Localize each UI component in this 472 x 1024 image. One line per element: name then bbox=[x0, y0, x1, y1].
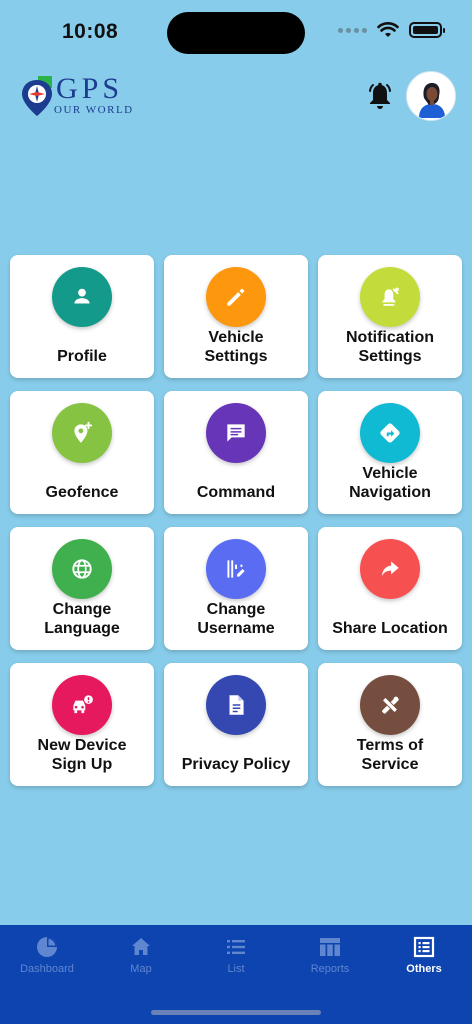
directions-icon bbox=[360, 403, 420, 463]
app-logo: GPS OUR WORLD bbox=[20, 74, 134, 118]
card-label: Vehicle Navigation bbox=[349, 465, 431, 501]
tools-icon bbox=[360, 675, 420, 735]
vehicle-settings-card[interactable]: Vehicle Settings bbox=[164, 255, 308, 378]
status-bar: 10:08 bbox=[0, 0, 472, 64]
battery-icon bbox=[409, 22, 445, 38]
logo-title: GPS bbox=[56, 72, 124, 105]
pencil-icon bbox=[206, 267, 266, 327]
nav-label: Map bbox=[130, 963, 152, 975]
menu-grid: Profile Vehicle Settings Notification Se… bbox=[10, 255, 462, 786]
table-icon bbox=[320, 938, 340, 956]
terms-of-service-card[interactable]: Terms of Service bbox=[318, 663, 462, 786]
edit-text-icon bbox=[206, 539, 266, 599]
bell-settings-icon bbox=[360, 267, 420, 327]
vehicle-navigation-card[interactable]: Vehicle Navigation bbox=[318, 391, 462, 514]
card-label: Privacy Policy bbox=[181, 756, 291, 773]
map-pin-logo-icon bbox=[22, 76, 52, 116]
wifi-icon bbox=[377, 22, 399, 37]
card-label: Change Language bbox=[44, 601, 120, 637]
nav-others[interactable]: Others bbox=[377, 935, 471, 975]
card-label: Share Location bbox=[332, 620, 448, 637]
nav-dashboard[interactable]: Dashboard bbox=[0, 935, 94, 975]
user-avatar[interactable] bbox=[406, 71, 456, 121]
globe-icon bbox=[52, 539, 112, 599]
list-icon bbox=[227, 940, 245, 954]
status-icons bbox=[338, 22, 445, 38]
menu-grid-icon bbox=[413, 936, 435, 958]
card-label: Terms of Service bbox=[356, 737, 424, 773]
card-label: Change Username bbox=[197, 601, 275, 637]
card-label: Notification Settings bbox=[346, 329, 434, 365]
new-device-signup-card[interactable]: New Device Sign Up bbox=[10, 663, 154, 786]
location-add-icon bbox=[52, 403, 112, 463]
geofence-card[interactable]: Geofence bbox=[10, 391, 154, 514]
card-label: Vehicle Settings bbox=[204, 329, 268, 365]
notification-settings-card[interactable]: Notification Settings bbox=[318, 255, 462, 378]
home-icon bbox=[132, 938, 150, 955]
card-label: Command bbox=[196, 484, 276, 501]
card-label: Geofence bbox=[45, 484, 119, 501]
document-icon bbox=[206, 675, 266, 735]
command-card[interactable]: Command bbox=[164, 391, 308, 514]
message-icon bbox=[206, 403, 266, 463]
change-language-card[interactable]: Change Language bbox=[10, 527, 154, 650]
nav-label: Dashboard bbox=[20, 963, 74, 975]
share-arrow-icon bbox=[360, 539, 420, 599]
nav-list[interactable]: List bbox=[189, 935, 283, 975]
nav-reports[interactable]: Reports bbox=[283, 935, 377, 975]
status-time: 10:08 bbox=[62, 20, 119, 43]
pie-chart-icon bbox=[37, 937, 57, 957]
car-alert-icon bbox=[52, 675, 112, 735]
dynamic-island bbox=[167, 12, 305, 54]
profile-card[interactable]: Profile bbox=[10, 255, 154, 378]
home-indicator[interactable] bbox=[151, 1010, 321, 1015]
app-header: GPS OUR WORLD bbox=[0, 64, 472, 128]
card-label: New Device Sign Up bbox=[37, 737, 127, 773]
card-label: Profile bbox=[57, 348, 107, 365]
logo-subtitle: OUR WORLD bbox=[54, 104, 134, 116]
nav-label: List bbox=[227, 963, 245, 975]
avatar-illustration bbox=[408, 73, 455, 120]
privacy-policy-card[interactable]: Privacy Policy bbox=[164, 663, 308, 786]
nav-label: Others bbox=[406, 963, 442, 975]
bell-ringing-icon[interactable] bbox=[367, 82, 393, 110]
nav-map[interactable]: Map bbox=[94, 935, 188, 975]
nav-label: Reports bbox=[310, 963, 350, 975]
change-username-card[interactable]: Change Username bbox=[164, 527, 308, 650]
signal-icon bbox=[338, 27, 367, 33]
person-icon bbox=[52, 267, 112, 327]
share-location-card[interactable]: Share Location bbox=[318, 527, 462, 650]
